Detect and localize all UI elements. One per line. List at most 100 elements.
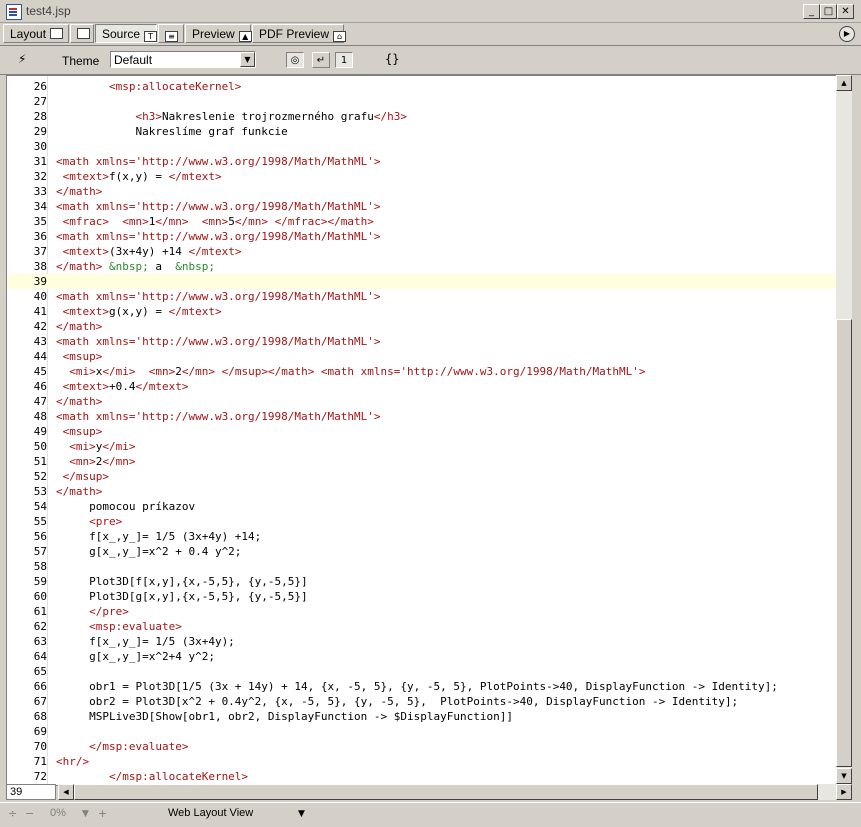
scroll-down-icon[interactable]: ▼ bbox=[836, 768, 852, 784]
code-text[interactable]: <msup> bbox=[56, 424, 103, 439]
code-line[interactable]: 61 </pre> bbox=[7, 604, 837, 619]
code-text[interactable]: <mi>y</mi> bbox=[56, 439, 135, 454]
code-line[interactable]: 70 </msp:evaluate> bbox=[7, 739, 837, 754]
code-line[interactable]: 39 bbox=[7, 274, 837, 289]
zoom-in-icon[interactable]: + bbox=[98, 807, 107, 820]
code-text[interactable]: </msp:allocateKernel> bbox=[56, 769, 248, 784]
code-text[interactable]: <h3>Nakreslenie trojrozmerného grafu</h3… bbox=[56, 109, 407, 124]
code-line[interactable]: 71 <hr/> bbox=[7, 754, 837, 769]
code-text[interactable]: </msp:evaluate> bbox=[56, 739, 188, 754]
code-text[interactable]: </math> bbox=[56, 319, 102, 334]
code-line[interactable]: 52 </msup> bbox=[7, 469, 837, 484]
code-line[interactable]: 56 f[x_,y_]= 1/5 (3x+4y) +14; bbox=[7, 529, 837, 544]
code-line[interactable]: 27 bbox=[7, 94, 837, 109]
code-text[interactable]: pomocou príkazov bbox=[56, 499, 195, 514]
code-text[interactable]: g[x_,y_]=x^2 + 0.4 y^2; bbox=[56, 544, 241, 559]
line-numbers-button[interactable]: 1 bbox=[335, 52, 353, 68]
code-line[interactable]: 60 Plot3D[g[x,y],{x,-5,5}, {y,-5,5}] bbox=[7, 589, 837, 604]
view-mode[interactable]: Web Layout View bbox=[168, 807, 253, 819]
code-text[interactable]: <mtext>g(x,y) = </mtext> bbox=[56, 304, 222, 319]
code-text[interactable]: <math xmlns='http://www.w3.org/1998/Math… bbox=[56, 334, 381, 349]
tab-layout-alt[interactable] bbox=[70, 24, 94, 43]
code-line[interactable]: 29 Nakreslíme graf funkcie bbox=[7, 124, 837, 139]
code-text[interactable]: Nakreslíme graf funkcie bbox=[56, 124, 287, 139]
code-line[interactable]: 55 <pre> bbox=[7, 514, 837, 529]
code-line[interactable]: 36 <math xmlns='http://www.w3.org/1998/Ma… bbox=[7, 229, 837, 244]
code-lines[interactable]: 26 <msp:allocateKernel> 27 28 <h3>Nakresle… bbox=[7, 79, 837, 784]
code-line[interactable]: 68 MSPLive3D[Show[obr1, obr2, DisplayFun… bbox=[7, 709, 837, 724]
code-text[interactable]: </math> bbox=[56, 184, 102, 199]
code-line[interactable]: 43 <math xmlns='http://www.w3.org/1998/Ma… bbox=[7, 334, 837, 349]
chevron-down-icon[interactable]: ▼ bbox=[240, 52, 255, 67]
scroll-up-icon[interactable]: ▲ bbox=[836, 75, 852, 91]
code-text[interactable]: Plot3D[f[x,y],{x,-5,5}, {y,-5,5}] bbox=[56, 574, 308, 589]
code-text[interactable]: <mtext>+0.4</mtext> bbox=[56, 379, 189, 394]
code-line[interactable]: 53 </math> bbox=[7, 484, 837, 499]
code-line[interactable]: 38 </math> &nbsp; a &nbsp; bbox=[7, 259, 837, 274]
code-text[interactable]: g[x_,y_]=x^2+4 y^2; bbox=[56, 649, 215, 664]
code-line[interactable]: 33 </math> bbox=[7, 184, 837, 199]
zoom-out-icon[interactable]: − bbox=[25, 807, 34, 820]
code-line[interactable]: 42 </math> bbox=[7, 319, 837, 334]
code-text[interactable]: </pre> bbox=[56, 604, 129, 619]
tab-source[interactable]: Source T bbox=[95, 24, 158, 43]
code-text[interactable]: <mn>2</mn> bbox=[56, 454, 135, 469]
horizontal-scrollbar[interactable]: ◀ ▶ bbox=[58, 784, 852, 800]
code-line[interactable]: 72 </msp:allocateKernel> bbox=[7, 769, 837, 784]
word-wrap-button[interactable]: ↵ bbox=[312, 52, 330, 68]
code-line[interactable]: 58 bbox=[7, 559, 837, 574]
code-line[interactable]: 46 <mtext>+0.4</mtext> bbox=[7, 379, 837, 394]
code-text[interactable]: </math> &nbsp; a &nbsp; bbox=[56, 259, 215, 274]
highlight-button[interactable]: ◎ bbox=[286, 52, 304, 68]
horizontal-scroll-thumb[interactable] bbox=[74, 784, 818, 800]
code-editor[interactable]: 26 <msp:allocateKernel> 27 28 <h3>Nakresle… bbox=[6, 75, 838, 786]
code-line[interactable]: 54 pomocou príkazov bbox=[7, 499, 837, 514]
code-line[interactable]: 64 g[x_,y_]=x^2+4 y^2; bbox=[7, 649, 837, 664]
code-text[interactable]: </msup> bbox=[56, 469, 109, 484]
code-line[interactable]: 30 bbox=[7, 139, 837, 154]
zoom-dropdown-icon[interactable]: ▼ bbox=[82, 809, 89, 819]
line-position-field[interactable]: 39 bbox=[6, 784, 56, 800]
code-text[interactable]: <msp:evaluate> bbox=[56, 619, 182, 634]
tab-layout[interactable]: Layout bbox=[3, 24, 69, 43]
code-line[interactable]: 45 <mi>x</mi> <mn>2</mn> </msup></math> … bbox=[7, 364, 837, 379]
code-line[interactable]: 50 <mi>y</mi> bbox=[7, 439, 837, 454]
minimize-button[interactable]: _ bbox=[803, 4, 820, 19]
code-text[interactable]: f[x_,y_]= 1/5 (3x+4y); bbox=[56, 634, 235, 649]
code-text[interactable]: <math xmlns='http://www.w3.org/1998/Math… bbox=[56, 154, 381, 169]
tab-preview[interactable]: Preview ▲ bbox=[185, 24, 252, 43]
vertical-scrollbar[interactable]: ▲ ▼ bbox=[836, 75, 852, 784]
code-line[interactable]: 37 <mtext>(3x+4y) +14 </mtext> bbox=[7, 244, 837, 259]
code-line[interactable]: 32 <mtext>f(x,y) = </mtext> bbox=[7, 169, 837, 184]
code-text[interactable]: MSPLive3D[Show[obr1, obr2, DisplayFuncti… bbox=[56, 709, 513, 724]
code-text[interactable]: <mtext>(3x+4y) +14 </mtext> bbox=[56, 244, 242, 259]
code-text[interactable]: <mfrac> <mn>1</mn> <mn>5</mn> </mfrac></… bbox=[56, 214, 374, 229]
code-text[interactable]: <pre> bbox=[56, 514, 122, 529]
scroll-right-icon[interactable]: ▶ bbox=[836, 784, 852, 800]
code-line[interactable]: 34 <math xmlns='http://www.w3.org/1998/Ma… bbox=[7, 199, 837, 214]
code-line[interactable]: 35 <mfrac> <mn>1</mn> <mn>5</mn> </mfrac… bbox=[7, 214, 837, 229]
braces-icon[interactable]: {} bbox=[385, 52, 399, 66]
code-text[interactable]: f[x_,y_]= 1/5 (3x+4y) +14; bbox=[56, 529, 261, 544]
code-text[interactable]: <hr/> bbox=[56, 754, 89, 769]
tab-next-icon[interactable]: ▶ bbox=[839, 26, 855, 42]
lightning-icon[interactable]: ⚡ bbox=[18, 52, 26, 66]
code-line[interactable]: 26 <msp:allocateKernel> bbox=[7, 79, 837, 94]
code-line[interactable]: 31 <math xmlns='http://www.w3.org/1998/Ma… bbox=[7, 154, 837, 169]
code-text[interactable]: <msup> bbox=[56, 349, 103, 364]
code-line[interactable]: 41 <mtext>g(x,y) = </mtext> bbox=[7, 304, 837, 319]
code-text[interactable]: <mtext>f(x,y) = </mtext> bbox=[56, 169, 222, 184]
code-text[interactable]: <math xmlns='http://www.w3.org/1998/Math… bbox=[56, 409, 381, 424]
code-line[interactable]: 67 obr2 = Plot3D[x^2 + 0.4y^2, {x, -5, 5… bbox=[7, 694, 837, 709]
code-text[interactable]: <msp:allocateKernel> bbox=[56, 79, 241, 94]
zoom-step-icon[interactable]: ÷ bbox=[8, 807, 17, 820]
code-line[interactable]: 57 g[x_,y_]=x^2 + 0.4 y^2; bbox=[7, 544, 837, 559]
code-line[interactable]: 63 f[x_,y_]= 1/5 (3x+4y); bbox=[7, 634, 837, 649]
scroll-left-icon[interactable]: ◀ bbox=[58, 784, 74, 800]
code-text[interactable]: <mi>x</mi> <mn>2</mn> </msup></math> <ma… bbox=[56, 364, 645, 379]
code-line[interactable]: 69 bbox=[7, 724, 837, 739]
theme-select[interactable]: Default ▼ bbox=[110, 51, 256, 68]
code-text[interactable]: <math xmlns='http://www.w3.org/1998/Math… bbox=[56, 289, 381, 304]
tab-source-alt[interactable]: ≡ bbox=[158, 24, 184, 43]
code-line[interactable]: 47 </math> bbox=[7, 394, 837, 409]
